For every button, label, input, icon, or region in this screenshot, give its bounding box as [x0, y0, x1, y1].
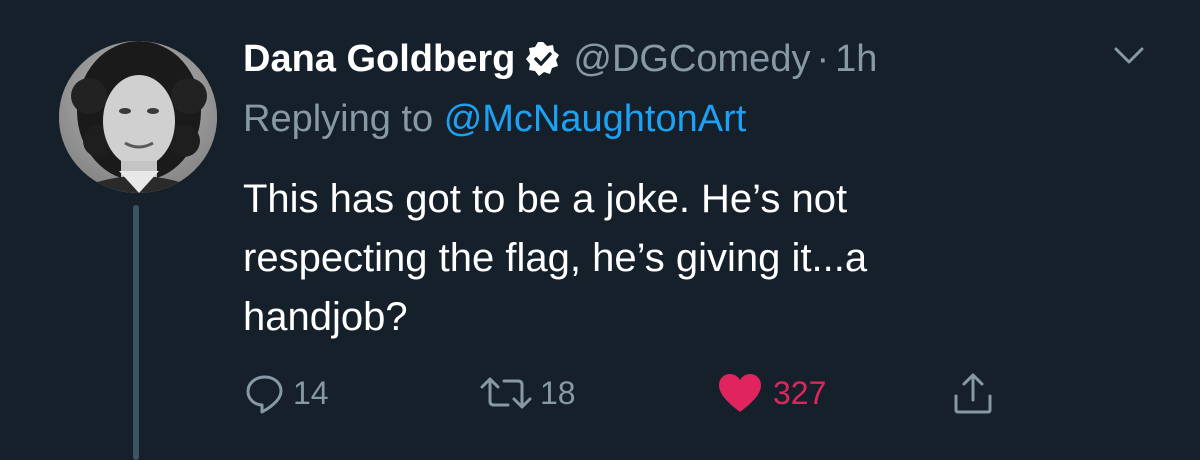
tweet-actions: 14 18 327 [243, 368, 1043, 418]
separator-dot: · [816, 37, 830, 80]
retweet-icon [480, 377, 532, 409]
thread-line [133, 205, 139, 460]
reply-count: 14 [293, 374, 329, 411]
avatar[interactable] [59, 41, 217, 193]
tweet-text: This has got to be a joke. He’s not resp… [243, 170, 1143, 347]
verified-badge-icon [525, 41, 561, 77]
replying-label: Replying to [243, 98, 434, 140]
chevron-down-icon[interactable] [1112, 40, 1146, 70]
timestamp[interactable]: 1h [835, 38, 877, 81]
share-button[interactable] [951, 368, 995, 418]
reply-bubble-icon [246, 375, 283, 414]
tweet-text-line: respecting the flag, he’s giving it...a [243, 236, 868, 280]
like-button[interactable]: 327 [717, 368, 826, 418]
display-name[interactable]: Dana Goldberg [243, 38, 515, 81]
tweet-card[interactable]: Dana Goldberg @DGComedy · 1h Replying to… [0, 0, 1200, 460]
retweet-button[interactable]: 18 [478, 368, 576, 418]
user-handle[interactable]: @DGComedy [573, 38, 810, 81]
tweet-header: Dana Goldberg @DGComedy · 1h [243, 34, 877, 84]
heart-icon [719, 374, 761, 412]
reply-mention-link[interactable]: @McNaughtonArt [444, 98, 747, 140]
tweet-text-line: handjob? [243, 295, 408, 339]
avatar-photo [59, 41, 217, 193]
share-icon [954, 373, 992, 414]
like-count: 327 [773, 374, 827, 411]
replying-to: Replying to @McNaughtonArt [243, 98, 746, 141]
tweet-text-line: This has got to be a joke. He’s not [243, 177, 848, 221]
retweet-count: 18 [540, 374, 576, 411]
reply-button[interactable]: 14 [243, 368, 329, 418]
